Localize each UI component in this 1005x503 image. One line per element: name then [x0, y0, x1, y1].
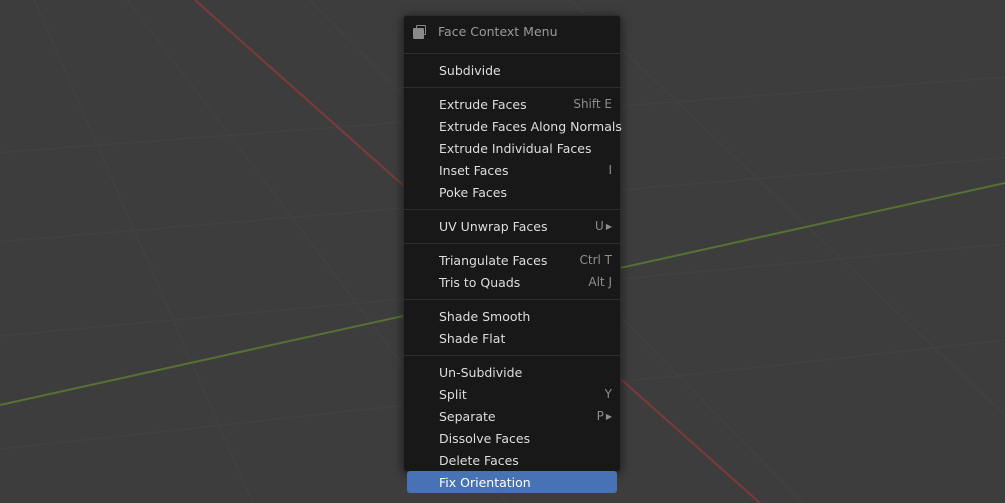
menu-item-label: Extrude Faces Along Normals: [439, 118, 622, 134]
menu-item-label: Split: [439, 386, 467, 402]
face-select-icon: [412, 24, 428, 40]
menu-item-delete-faces[interactable]: Delete Faces: [404, 449, 620, 471]
menu-separator: [404, 53, 620, 54]
menu-item-poke-faces[interactable]: Poke Faces: [404, 181, 620, 203]
menu-item-triangulate-faces[interactable]: Triangulate Faces Ctrl T: [404, 249, 620, 271]
menu-item-split[interactable]: Split Y: [404, 383, 620, 405]
menu-item-shortcut: U: [595, 219, 604, 233]
menu-item-label: UV Unwrap Faces: [439, 218, 548, 234]
menu-item-extrude-faces-along-normals[interactable]: Extrude Faces Along Normals: [404, 115, 622, 137]
submenu-arrow-icon: ▶: [605, 411, 612, 421]
menu-separator: [404, 299, 620, 300]
menu-item-label: Triangulate Faces: [439, 252, 548, 268]
menu-item-label: Dissolve Faces: [439, 430, 531, 446]
face-context-menu: Face Context Menu Subdivide Extrude Faces…: [403, 15, 622, 493]
menu-item-shortcut: Alt J: [588, 275, 612, 289]
menu-item-extrude-individual-faces[interactable]: Extrude Individual Faces: [404, 137, 620, 159]
menu-item-label: Shade Smooth: [439, 308, 531, 324]
menu-item-un-subdivide[interactable]: Un-Subdivide: [404, 361, 620, 383]
menu-item-shortcut: I: [608, 163, 612, 177]
menu-item-label: Tris to Quads: [439, 274, 521, 290]
menu-item-label: Extrude Individual Faces: [439, 140, 592, 156]
menu-item-label: Fix Orientation: [439, 474, 531, 490]
menu-item-label: Poke Faces: [439, 184, 507, 200]
menu-separator: [404, 87, 620, 88]
menu-item-inset-faces[interactable]: Inset Faces I: [404, 159, 620, 181]
menu-item-shade-smooth[interactable]: Shade Smooth: [404, 305, 620, 327]
menu-item-label: Un-Subdivide: [439, 364, 523, 380]
menu-item-subdivide[interactable]: Subdivide: [404, 59, 620, 81]
menu-item-fix-orientation[interactable]: Fix Orientation: [407, 471, 617, 493]
menu-item-shortcut: Ctrl T: [579, 253, 613, 267]
menu-header: Face Context Menu: [404, 16, 620, 47]
menu-separator: [404, 243, 620, 244]
menu-item-label: Inset Faces: [439, 162, 509, 178]
menu-item-shortcut: Shift E: [573, 97, 612, 111]
menu-item-uv-unwrap-faces[interactable]: UV Unwrap Faces U ▶: [404, 215, 620, 237]
menu-item-shortcut: P: [596, 409, 604, 423]
menu-item-label: Separate: [439, 408, 496, 424]
menu-body: Subdivide Extrude Faces Shift E Extrude Fac…: [404, 53, 622, 493]
menu-item-separate[interactable]: Separate P ▶: [404, 405, 620, 427]
menu-title: Face Context Menu: [438, 24, 558, 39]
menu-item-dissolve-faces[interactable]: Dissolve Faces: [404, 427, 620, 449]
menu-item-tris-to-quads[interactable]: Tris to Quads Alt J: [404, 271, 620, 293]
submenu-arrow-icon: ▶: [605, 221, 612, 231]
menu-separator: [404, 209, 620, 210]
menu-separator: [404, 355, 620, 356]
menu-item-shade-flat[interactable]: Shade Flat: [404, 327, 620, 349]
menu-item-label: Shade Flat: [439, 330, 506, 346]
menu-item-label: Delete Faces: [439, 452, 519, 468]
menu-item-label: Subdivide: [439, 62, 501, 78]
menu-item-extrude-faces[interactable]: Extrude Faces Shift E: [404, 93, 620, 115]
menu-item-label: Extrude Faces: [439, 96, 527, 112]
menu-item-shortcut: Y: [604, 387, 612, 401]
